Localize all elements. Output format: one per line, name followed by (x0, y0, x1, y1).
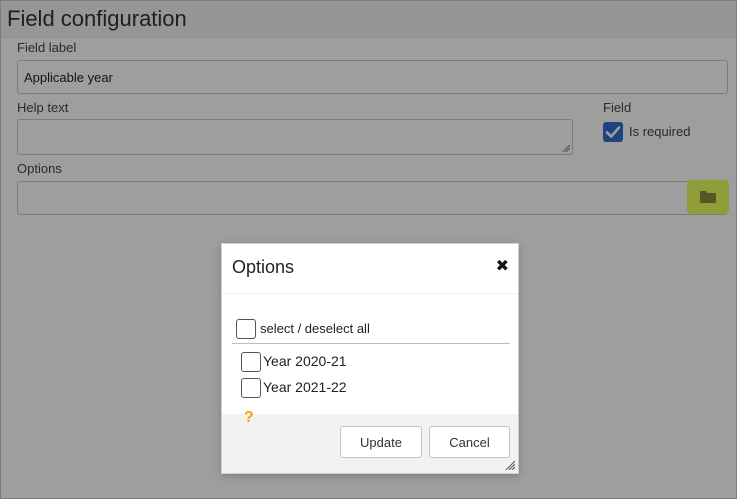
option-checkbox[interactable] (241, 378, 261, 398)
cancel-button[interactable]: Cancel (429, 426, 510, 458)
option-checkbox[interactable] (241, 352, 261, 372)
close-icon[interactable]: ✖ (496, 258, 509, 276)
modal-title: Options (232, 257, 295, 277)
option-label: Year 2020-21 (263, 353, 347, 369)
select-all-label: select / deselect all (260, 321, 370, 336)
modal-header-divider (222, 293, 518, 294)
option-label: Year 2021-22 (263, 379, 347, 395)
update-button[interactable]: Update (340, 426, 422, 458)
help-icon[interactable]: ? (244, 409, 254, 427)
select-all-checkbox[interactable] (236, 319, 256, 339)
resize-handle-icon[interactable] (505, 460, 515, 470)
options-modal: Options ✖ select / deselect all Year 202… (221, 243, 519, 474)
select-all-divider (232, 343, 510, 344)
